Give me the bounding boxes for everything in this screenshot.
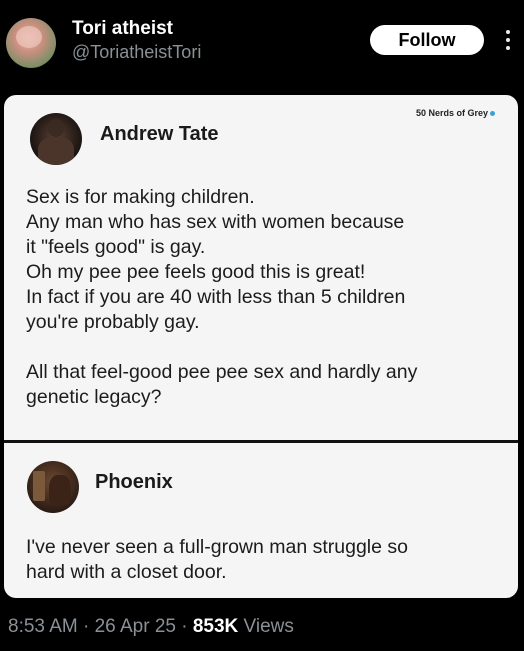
post2-author-name: Phoenix — [95, 471, 173, 493]
post1-line: In fact if you are 40 with less than 5 c… — [26, 286, 406, 308]
meta-separator: · — [175, 616, 193, 637]
watermark-dot-icon — [490, 110, 495, 116]
phoenix-avatar — [27, 461, 79, 513]
meta-separator: · — [77, 616, 95, 637]
watermark-text: 50 Nerds of Grey — [415, 108, 488, 118]
follow-button[interactable]: Follow — [370, 25, 484, 55]
more-dot — [506, 46, 510, 50]
post1-line: you're probably gay. — [26, 311, 200, 333]
post1-author-name: Andrew Tate — [100, 123, 219, 145]
tweet-header: Tori atheist @ToriatheistTori Follow — [0, 0, 524, 86]
post2-line: I've never seen a full-grown man struggl… — [26, 536, 409, 558]
post1-line: All that feel-good pee pee sex and hardl… — [26, 361, 418, 383]
post1-line: genetic legacy? — [26, 386, 162, 408]
tweet-time[interactable]: 8:53 AM — [8, 616, 78, 637]
post1-line: Oh my pee pee feels good this is great! — [26, 261, 366, 283]
author-display-name[interactable]: Tori atheist — [72, 18, 173, 40]
views-label: Views — [238, 616, 294, 637]
tweet-meta: 8:53 AM · 26 Apr 25 · 853K Views — [8, 616, 294, 638]
author-handle[interactable]: @ToriatheistTori — [72, 42, 201, 63]
post2-line: hard with a closet door. — [26, 561, 227, 583]
andrew-tate-avatar — [30, 113, 82, 165]
tweet-date[interactable]: 26 Apr 25 — [95, 616, 176, 637]
post1-line: it "feels good" is gay. — [26, 236, 206, 258]
more-vertical-icon[interactable] — [500, 28, 516, 52]
watermark: 50 Nerds of Grey — [416, 108, 495, 118]
post1-body: Sex is for making children. Any man who … — [26, 185, 502, 410]
post-divider — [4, 440, 518, 443]
author-avatar[interactable] — [6, 18, 56, 68]
views-count[interactable]: 853K — [193, 616, 238, 637]
post1-line: Any man who has sex with women because — [26, 211, 405, 233]
more-dot — [506, 38, 510, 42]
more-dot — [506, 30, 510, 34]
post2-body: I've never seen a full-grown man struggl… — [26, 535, 502, 585]
embedded-image-card[interactable]: 50 Nerds of Grey Andrew Tate Sex is for … — [4, 95, 518, 598]
post1-line: Sex is for making children. — [26, 186, 255, 208]
